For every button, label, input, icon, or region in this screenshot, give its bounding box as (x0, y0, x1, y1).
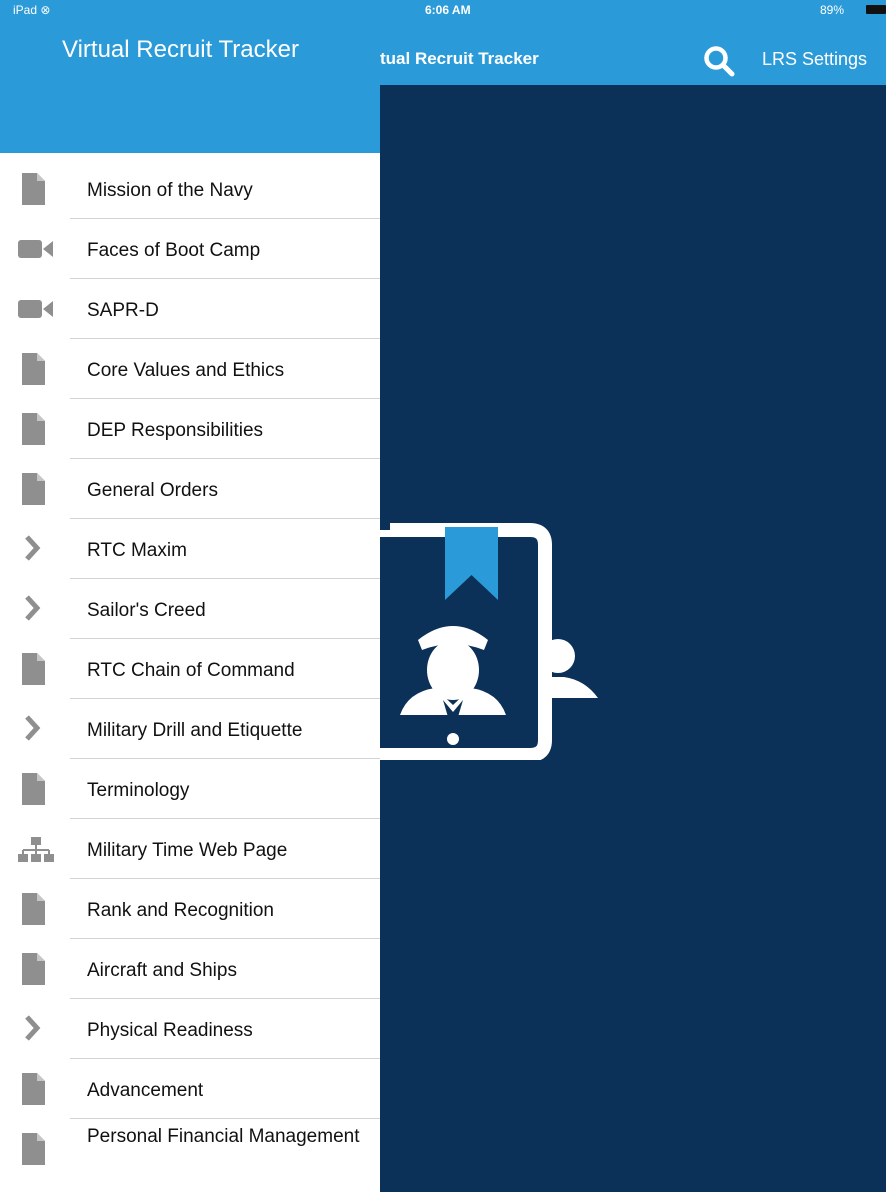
drawer-item-label: Physical Readiness (87, 1020, 253, 1041)
document-icon (18, 653, 54, 685)
drawer-item-terminology[interactable]: Terminology (0, 759, 380, 819)
drawer-item-core-values-and-ethics[interactable]: Core Values and Ethics (0, 339, 380, 399)
drawer-item-physical-readiness[interactable]: Physical Readiness (0, 999, 380, 1059)
drawer-item-label: Military Time Web Page (87, 840, 288, 861)
drawer-item-mission-of-the-navy[interactable]: Mission of the Navy (0, 159, 380, 219)
drawer-item-aircraft-and-ships[interactable]: Aircraft and Ships (0, 939, 380, 999)
chevron-right-icon (18, 593, 54, 625)
drawer-item-label: Core Values and Ethics (87, 360, 285, 381)
drawer-item-personal-financial-management[interactable]: Personal Financial Management (0, 1119, 380, 1191)
document-icon (18, 353, 54, 385)
document-icon (18, 473, 54, 505)
drawer-item-military-drill-and-etiquette[interactable]: Military Drill and Etiquette (0, 699, 380, 759)
drawer-header: Virtual Recruit Tracker (0, 0, 380, 153)
drawer-item-rtc-maxim[interactable]: RTC Maxim (0, 519, 380, 579)
video-camera-icon (18, 233, 54, 265)
drawer-item-dep-responsibilities[interactable]: DEP Responsibilities (0, 399, 380, 459)
drawer-item-general-orders[interactable]: General Orders (0, 459, 380, 519)
chevron-right-icon (18, 1013, 54, 1045)
document-icon (18, 1133, 54, 1165)
battery-icon (866, 5, 886, 14)
drawer-item-sailor-s-creed[interactable]: Sailor's Creed (0, 579, 380, 639)
sitemap-icon (18, 833, 54, 865)
side-drawer: Virtual Recruit Tracker Mission of the N… (0, 0, 380, 1192)
drawer-item-label: Military Drill and Etiquette (87, 720, 303, 741)
drawer-item-label: General Orders (87, 480, 218, 501)
drawer-menu: Mission of the Navy Faces of Boot Camp SAP… (0, 159, 380, 1191)
drawer-title: Virtual Recruit Tracker (62, 36, 299, 63)
video-camera-icon (18, 293, 54, 325)
document-icon (18, 173, 54, 205)
chevron-right-icon (18, 533, 54, 565)
document-icon (18, 413, 54, 445)
drawer-item-label: Aircraft and Ships (87, 960, 237, 981)
drawer-item-label: RTC Chain of Command (87, 660, 295, 681)
drawer-item-advancement[interactable]: Advancement (0, 1059, 380, 1119)
drawer-item-military-time-web-page[interactable]: Military Time Web Page (0, 819, 380, 879)
drawer-item-label: DEP Responsibilities (87, 420, 264, 441)
drawer-item-label: Advancement (87, 1080, 204, 1101)
status-device: iPad ⊗ (13, 3, 51, 17)
main-title: tual Recruit Tracker (380, 49, 539, 68)
main-panel: tual Recruit Tracker LRS Settings (380, 0, 886, 1192)
drawer-item-label: Sailor's Creed (87, 600, 206, 621)
drawer-item-label: Rank and Recognition (87, 900, 274, 921)
app-logo-icon (380, 520, 598, 760)
drawer-item-rank-and-recognition[interactable]: Rank and Recognition (0, 879, 380, 939)
drawer-item-label: SAPR-D (87, 300, 159, 321)
search-icon[interactable] (702, 44, 736, 78)
drawer-item-label: Mission of the Navy (87, 180, 253, 201)
drawer-item-label: Terminology (87, 780, 190, 801)
document-icon (18, 953, 54, 985)
chevron-right-icon (18, 713, 54, 745)
status-battery-percent: 89% (820, 3, 845, 17)
status-time: 6:06 AM (425, 3, 471, 17)
lrs-settings-button[interactable]: LRS Settings (762, 49, 867, 70)
drawer-item-rtc-chain-of-command[interactable]: RTC Chain of Command (0, 639, 380, 699)
drawer-item-faces-of-boot-camp[interactable]: Faces of Boot Camp (0, 219, 380, 279)
document-icon (18, 773, 54, 805)
document-icon (18, 893, 54, 925)
drawer-item-label: Personal Financial Management (87, 1126, 360, 1147)
drawer-item-label: Faces of Boot Camp (87, 240, 261, 261)
drawer-item-sapr-d[interactable]: SAPR-D (0, 279, 380, 339)
document-icon (18, 1073, 54, 1105)
drawer-item-label: RTC Maxim (87, 540, 187, 561)
